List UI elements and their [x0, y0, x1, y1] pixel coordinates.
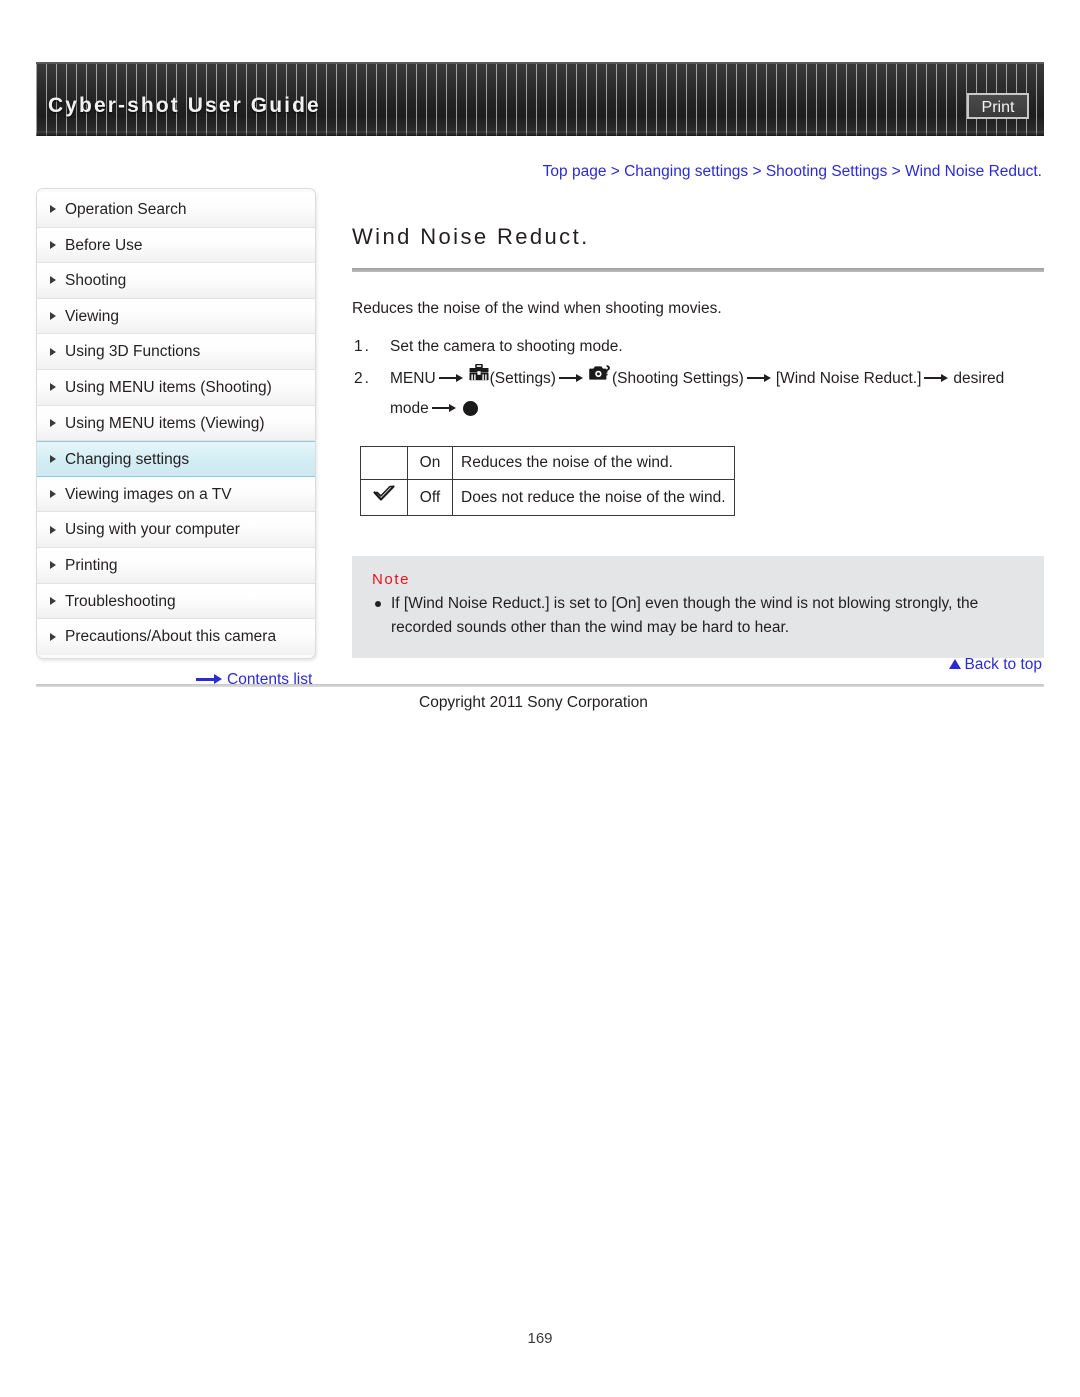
triangle-up-icon	[949, 658, 962, 669]
sidebar-item-troubleshooting[interactable]: Troubleshooting	[37, 583, 315, 620]
title-divider	[352, 268, 1044, 272]
arrow-right-icon	[438, 372, 465, 384]
sidebar-item-label: Troubleshooting	[65, 592, 176, 610]
sidebar-item-viewing[interactable]: Viewing	[37, 298, 315, 335]
checkmark-icon	[372, 485, 396, 508]
default-marker-cell	[360, 446, 408, 481]
menu-item-label: [Wind Noise Reduct.]	[775, 370, 922, 388]
sidebar-navigation: Operation Search Before Use Shooting Vie…	[36, 188, 316, 659]
desired-label: desired	[953, 370, 1005, 388]
mode-label: mode	[390, 400, 429, 418]
intro-text: Reduces the noise of the wind when shoot…	[352, 300, 722, 317]
arrow-right-icon	[924, 372, 950, 384]
triangle-right-icon	[50, 240, 56, 249]
sidebar-item-label: Operation Search	[65, 201, 187, 218]
triangle-right-icon	[50, 490, 56, 499]
step-item-2: 2. MENU (Settings) (Shooting Settings) [Win…	[352, 362, 1044, 424]
arrow-right-icon	[196, 673, 224, 684]
print-button[interactable]: Print	[967, 93, 1029, 119]
arrow-right-icon	[746, 372, 773, 384]
step-number: 2.	[354, 370, 371, 387]
triangle-right-icon	[50, 454, 56, 463]
option-name-cell: Off	[407, 479, 453, 517]
sidebar-item-using-3d-functions[interactable]: Using 3D Functions	[37, 334, 315, 370]
breadcrumb[interactable]: Top page > Changing settings > Shooting …	[543, 163, 1042, 181]
triangle-right-icon	[50, 525, 56, 534]
triangle-right-icon	[50, 276, 56, 285]
back-to-top-label: Back to top	[964, 656, 1042, 673]
steps-list: 1. Set the camera to shooting mode. 2. M…	[352, 332, 1044, 424]
sidebar-item-label: Using with your computer	[65, 521, 240, 539]
note-list: If [Wind Noise Reduct.] is set to [On] e…	[370, 592, 1026, 640]
option-description-cell: Reduces the noise of the wind.	[452, 446, 735, 481]
note-box: Note If [Wind Noise Reduct.] is set to […	[352, 556, 1044, 659]
sidebar-item-label: Using MENU items (Shooting)	[65, 378, 272, 396]
sidebar-item-operation-search[interactable]: Operation Search	[37, 192, 315, 228]
menu-label: MENU	[390, 370, 436, 388]
note-item: If [Wind Noise Reduct.] is set to [On] e…	[370, 592, 1026, 640]
sidebar-item-label: Using 3D Functions	[65, 343, 201, 361]
arrow-right-icon	[558, 372, 585, 384]
page-title-banner: Cyber-shot User Guide	[48, 94, 321, 117]
sidebar-item-label: Precautions/About this camera	[65, 628, 277, 646]
main-content: Wind Noise Reduct. Reduces the noise of …	[352, 222, 1044, 659]
triangle-right-icon	[50, 561, 56, 570]
note-title: Note	[372, 571, 411, 589]
sidebar-item-label: Using MENU items (Viewing)	[65, 414, 265, 432]
step-2-second-line: mode	[390, 394, 1044, 424]
sidebar-item-before-use[interactable]: Before Use	[37, 227, 315, 264]
page-title: Wind Noise Reduct.	[352, 224, 590, 249]
arrow-right-icon	[431, 402, 458, 414]
sidebar-item-precautions-about-this-camera[interactable]: Precautions/About this camera	[37, 619, 315, 655]
step-text: Set the camera to shooting mode.	[390, 338, 623, 355]
triangle-right-icon	[50, 383, 56, 392]
sidebar-item-label: Viewing images on a TV	[65, 485, 232, 503]
footer-divider	[36, 684, 1044, 687]
control-button-icon	[462, 400, 478, 416]
sidebar-item-label: Printing	[65, 556, 118, 574]
sidebar-item-label: Viewing	[65, 307, 120, 325]
shooting-settings-label: (Shooting Settings)	[611, 370, 744, 388]
table-row: Off Does not reduce the noise of the win…	[360, 479, 735, 517]
sidebar-item-label: Before Use	[65, 236, 143, 254]
default-marker-cell	[360, 479, 408, 517]
copyright-text: Copyright 2011 Sony Corporation	[419, 694, 648, 711]
sidebar-item-using-menu-items-shooting[interactable]: Using MENU items (Shooting)	[37, 369, 315, 406]
back-to-top-link[interactable]: Back to top	[949, 656, 1042, 674]
sidebar-item-using-menu-items-viewing[interactable]: Using MENU items (Viewing)	[37, 405, 315, 442]
triangle-right-icon	[50, 205, 56, 214]
header-banner: Cyber-shot User Guide Print	[36, 62, 1044, 136]
triangle-right-icon	[50, 596, 56, 605]
triangle-right-icon	[50, 418, 56, 427]
sidebar-item-viewing-images-on-a-tv[interactable]: Viewing images on a TV	[37, 476, 315, 513]
options-table: On Reduces the noise of the wind. Off Do…	[360, 446, 735, 517]
sidebar-item-printing[interactable]: Printing	[37, 547, 315, 584]
page-number: 169	[527, 1330, 553, 1347]
sidebar-item-label: Shooting	[65, 272, 127, 290]
table-row: On Reduces the noise of the wind.	[360, 446, 735, 481]
sidebar-item-using-with-your-computer[interactable]: Using with your computer	[37, 512, 315, 548]
triangle-right-icon	[50, 632, 56, 641]
sidebar-item-shooting[interactable]: Shooting	[37, 263, 315, 299]
sidebar-item-changing-settings[interactable]: Changing settings	[37, 441, 315, 477]
toolbox-settings-icon	[469, 362, 489, 392]
step-number: 1.	[354, 338, 371, 355]
step-item-1: 1. Set the camera to shooting mode.	[352, 332, 1044, 362]
triangle-right-icon	[50, 347, 56, 356]
settings-label: (Settings)	[489, 370, 556, 388]
sidebar-item-label: Changing settings	[65, 451, 190, 469]
option-description-cell: Does not reduce the noise of the wind.	[452, 479, 735, 517]
triangle-right-icon	[50, 312, 56, 321]
camera-shooting-settings-icon	[589, 362, 611, 392]
option-name-cell: On	[407, 446, 453, 481]
